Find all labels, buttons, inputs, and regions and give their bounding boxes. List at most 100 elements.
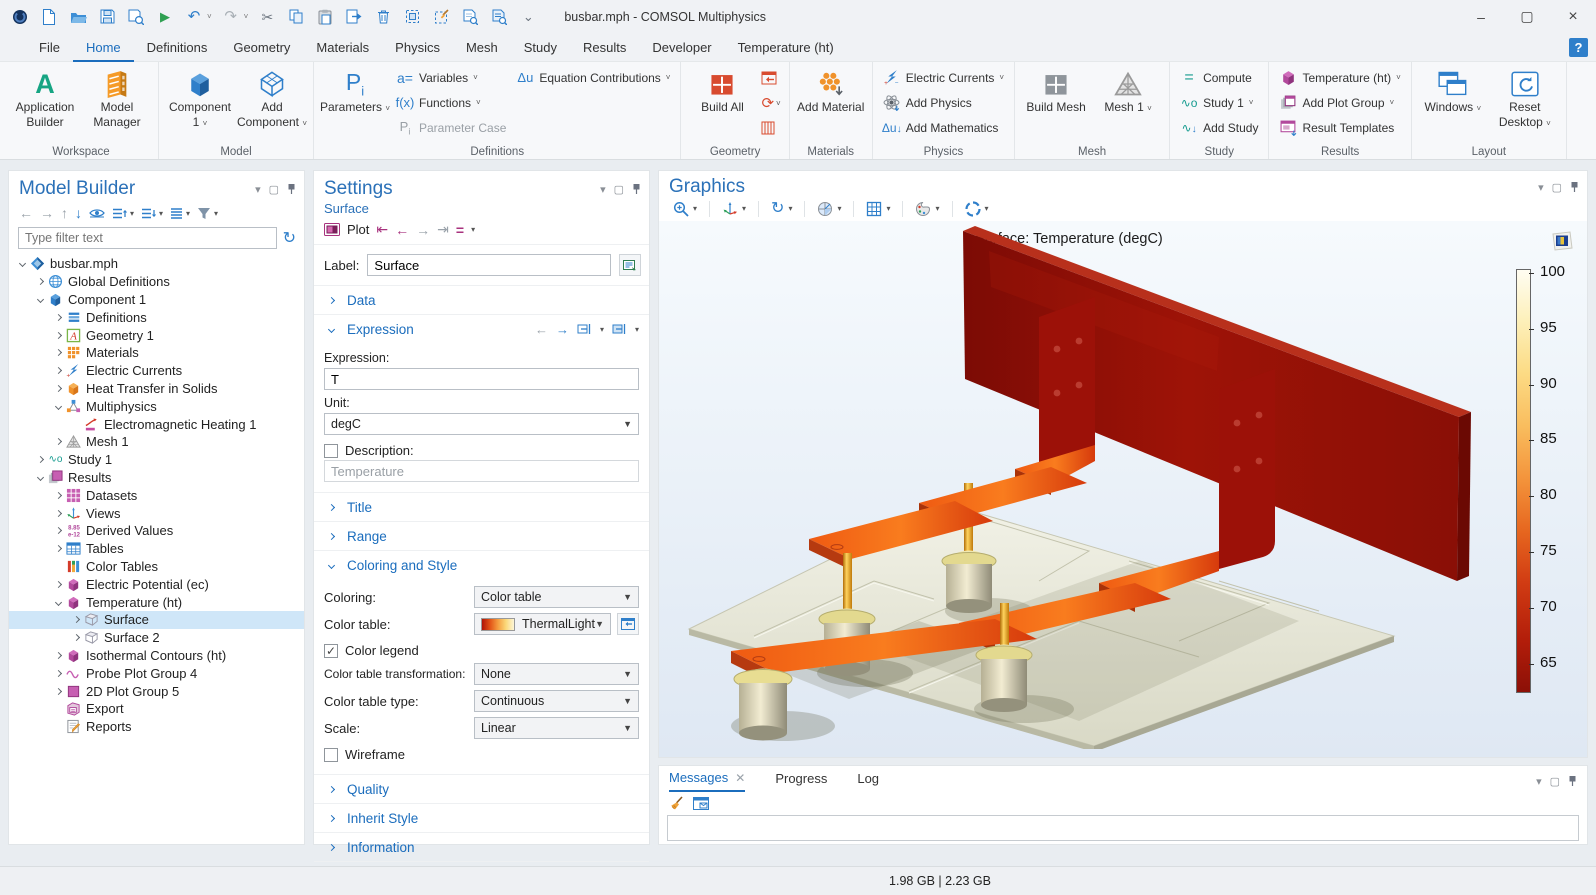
pin-panel-icon[interactable] (1570, 181, 1579, 193)
section-expression[interactable]: Expression ← → ▾ ▾ (314, 315, 649, 343)
tree-item-busbar-mph[interactable]: busbar.mph (9, 255, 304, 273)
ribbon-button-reset-desktop[interactable]: Reset Desktop ˅ (1489, 65, 1561, 130)
section-quality[interactable]: Quality (314, 775, 649, 803)
forward-icon[interactable]: → (40, 205, 54, 221)
refresh-icon[interactable]: ↻ (283, 228, 296, 248)
tree-chevron[interactable] (51, 653, 65, 658)
go-to-view-tool[interactable]: ▾ (718, 201, 750, 217)
save-icon[interactable] (97, 7, 117, 27)
new-file-icon[interactable] (39, 7, 59, 27)
menu-study[interactable]: Study (511, 33, 570, 62)
ribbon-button-add-component[interactable]: Add Component ˅ (236, 65, 308, 130)
table-type-select[interactable]: Continuous▼ (474, 690, 639, 712)
expr-replace-icon[interactable] (577, 323, 592, 335)
plot-button[interactable]: Plot (347, 222, 369, 237)
transformation-select[interactable]: None▼ (474, 663, 639, 685)
tree-item-2d-plot-group-5[interactable]: 2D Plot Group 5 (9, 682, 304, 700)
section-data[interactable]: Data (314, 286, 649, 314)
tree-chevron[interactable] (33, 279, 47, 284)
ribbon-button-build-all[interactable]: Build All (686, 65, 758, 115)
maximize-button[interactable]: ▢ (1504, 0, 1550, 33)
tree-chevron[interactable] (69, 635, 83, 640)
ribbon-button-parameters[interactable]: PiParameters ˅ (319, 65, 391, 115)
panel-menu-icon[interactable]: ▾ (1538, 181, 1544, 194)
tree-item-color-tables[interactable]: Color Tables (9, 558, 304, 576)
tree-chevron[interactable] (51, 528, 65, 533)
ribbon-button-application-builder[interactable]: AApplication Builder (9, 65, 81, 130)
expr-back-icon[interactable]: ← (535, 322, 548, 337)
doc-search-icon[interactable] (460, 7, 480, 27)
menu-results[interactable]: Results (570, 33, 639, 62)
tree-item-electric-potential-ec-[interactable]: Electric Potential (ec) (9, 575, 304, 593)
section-information[interactable]: Information (314, 833, 649, 861)
zoom-tool[interactable]: ▾ (669, 201, 701, 217)
ribbon-button-result-templates[interactable]: Result Templates (1274, 115, 1405, 140)
float-panel-icon[interactable]: ▢ (269, 183, 279, 196)
expr-insert-icon[interactable] (612, 323, 627, 335)
panel-menu-icon[interactable]: ▾ (255, 183, 261, 196)
tree-chevron[interactable] (33, 475, 47, 480)
tree-item-derived-values[interactable]: 8.85e-12Derived Values (9, 522, 304, 540)
menu-home[interactable]: Home (73, 33, 134, 62)
snapshot-tool[interactable]: ▾ (961, 201, 993, 217)
select-box-icon[interactable] (402, 7, 422, 27)
tree-chevron[interactable] (51, 493, 65, 498)
doc-search2-icon[interactable] (489, 7, 509, 27)
tree-chevron[interactable] (51, 582, 65, 587)
open-file-icon[interactable] (68, 7, 88, 27)
ribbon-button-add-material[interactable]: Add Material (795, 65, 867, 115)
color-table-select[interactable]: ThermalLight▼ (474, 613, 611, 635)
ribbon-button-windows[interactable]: Windows ˅ (1417, 65, 1489, 115)
tree-chevron[interactable] (51, 315, 65, 320)
plot-last-icon[interactable]: ⇥ (437, 221, 449, 238)
pin-panel-icon[interactable] (287, 183, 296, 195)
tree-chevron[interactable] (51, 368, 65, 373)
select-brush-icon[interactable] (431, 7, 451, 27)
tab-progress[interactable]: Progress (775, 771, 827, 791)
ribbon-button-build-mesh[interactable]: Build Mesh (1020, 65, 1092, 115)
ribbon-button-mesh-1[interactable]: Mesh 1 ˅ (1092, 65, 1164, 115)
move-down-icon[interactable]: ↓ (75, 205, 82, 221)
expression-input[interactable] (324, 368, 639, 390)
ribbon-button-update[interactable]: ⟳˅ (761, 92, 780, 114)
ribbon-button-partition[interactable] (761, 117, 780, 139)
color-legend-checkbox[interactable]: ✓ (324, 644, 338, 658)
tree-chevron[interactable] (33, 457, 47, 462)
ribbon-button-add-mathematics[interactable]: Δu↓Add Mathematics (878, 115, 1009, 140)
menu-materials[interactable]: Materials (303, 33, 382, 62)
menu-file[interactable]: File (26, 33, 73, 62)
section-coloring-style[interactable]: Coloring and Style (314, 551, 649, 579)
ribbon-button-temperature-ht-[interactable]: Temperature (ht)˅ (1274, 65, 1405, 90)
ribbon-button-variables[interactable]: a=Variables˅ (391, 65, 511, 90)
tree-filter-input[interactable] (18, 227, 277, 249)
menu-mesh[interactable]: Mesh (453, 33, 511, 62)
scale-select[interactable]: Linear▼ (474, 717, 639, 739)
tab-messages[interactable]: Messages✕ (669, 770, 745, 792)
tree-item-results[interactable]: Results (9, 469, 304, 487)
section-title[interactable]: Title (314, 493, 649, 521)
filter-icon[interactable] (197, 207, 211, 220)
menu-definitions[interactable]: Definitions (134, 33, 221, 62)
ribbon-button-functions[interactable]: f(x)Functions˅ (391, 90, 511, 115)
pin-panel-icon[interactable] (1568, 775, 1577, 787)
tree-item-definitions[interactable]: Definitions (9, 308, 304, 326)
panel-menu-icon[interactable]: ▾ (1536, 775, 1542, 788)
tree-chevron[interactable] (51, 671, 65, 676)
collapse-all-icon[interactable] (112, 207, 127, 220)
minimize-button[interactable]: – (1458, 0, 1504, 33)
close-button[interactable]: × (1550, 0, 1596, 33)
run-icon[interactable]: ▶ (155, 7, 175, 27)
cut-icon[interactable]: ✂ (257, 7, 277, 27)
ribbon-button-equation-contributions[interactable]: ΔuEquation Contributions˅ (511, 65, 675, 90)
tree-item-reports[interactable]: Reports (9, 718, 304, 736)
ribbon-button-add-plot-group[interactable]: Add Plot Group˅ (1274, 90, 1405, 115)
tree-item-export[interactable]: Export (9, 700, 304, 718)
tree-chevron[interactable] (69, 617, 83, 622)
plot-previous-icon[interactable]: ← (395, 222, 409, 238)
menu-geometry[interactable]: Geometry (220, 33, 303, 62)
ribbon-button-model-manager[interactable]: Model Manager (81, 65, 153, 130)
tree-chevron[interactable] (51, 439, 65, 444)
copy-icon[interactable] (286, 7, 306, 27)
ribbon-button-import[interactable] (761, 67, 780, 89)
rotate-tool[interactable]: ↻▾ (767, 200, 796, 217)
